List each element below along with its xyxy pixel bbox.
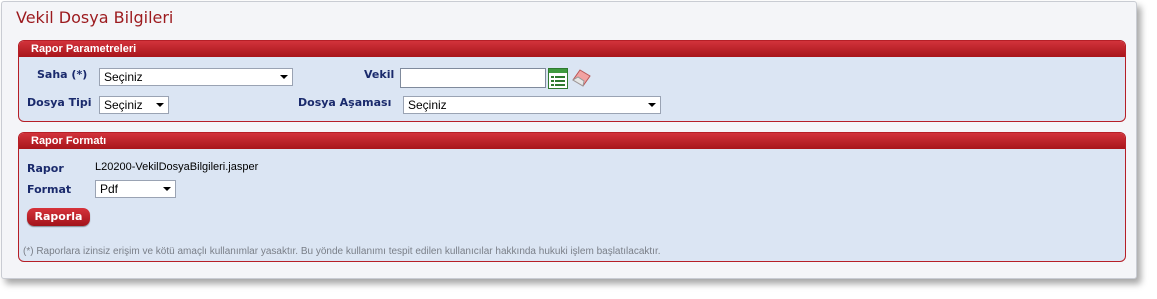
format-select-value: Pdf xyxy=(100,182,119,196)
dosya-tipi-select[interactable]: Seçiniz xyxy=(99,96,169,114)
format-select[interactable]: Pdf xyxy=(95,180,176,198)
params-panel-title: Rapor Parametreleri xyxy=(19,41,1125,57)
format-panel: Rapor Formatı Rapor L20200-VekilDosyaBil… xyxy=(18,132,1126,262)
saha-select[interactable]: Seçiniz xyxy=(99,68,293,86)
legal-note: (*) Raporlara izinsiz erişim ve kötü ama… xyxy=(23,246,661,257)
format-panel-title: Rapor Formatı xyxy=(19,133,1125,149)
saha-label: Saha (*) xyxy=(37,68,88,81)
format-label: Format xyxy=(27,183,72,196)
dosya-asamasi-select[interactable]: Seçiniz xyxy=(403,96,661,114)
page-title: Vekil Dosya Bilgileri xyxy=(16,8,174,27)
dosya-asamasi-label: Dosya Aşaması xyxy=(298,96,392,109)
dosya-tipi-select-value: Seçiniz xyxy=(104,98,143,112)
raporla-button[interactable]: Raporla xyxy=(27,208,90,226)
chevron-down-icon xyxy=(163,187,171,191)
report-window: Vekil Dosya Bilgileri Rapor Parametreler… xyxy=(1,1,1137,279)
dosya-tipi-label: Dosya Tipi xyxy=(27,96,92,109)
rapor-label: Rapor xyxy=(27,162,64,175)
chevron-down-icon xyxy=(648,103,656,107)
eraser-icon[interactable] xyxy=(571,69,591,91)
list-lookup-icon[interactable] xyxy=(548,68,568,93)
vekil-input[interactable] xyxy=(400,68,546,88)
params-panel: Rapor Parametreleri Saha (*) Seçiniz Vek… xyxy=(18,40,1126,122)
vekil-label: Vekil xyxy=(364,68,395,81)
saha-select-value: Seçiniz xyxy=(104,70,143,84)
dosya-asamasi-select-value: Seçiniz xyxy=(408,98,447,112)
rapor-value: L20200-VekilDosyaBilgileri.jasper xyxy=(95,161,259,173)
chevron-down-icon xyxy=(280,75,288,79)
chevron-down-icon xyxy=(156,103,164,107)
